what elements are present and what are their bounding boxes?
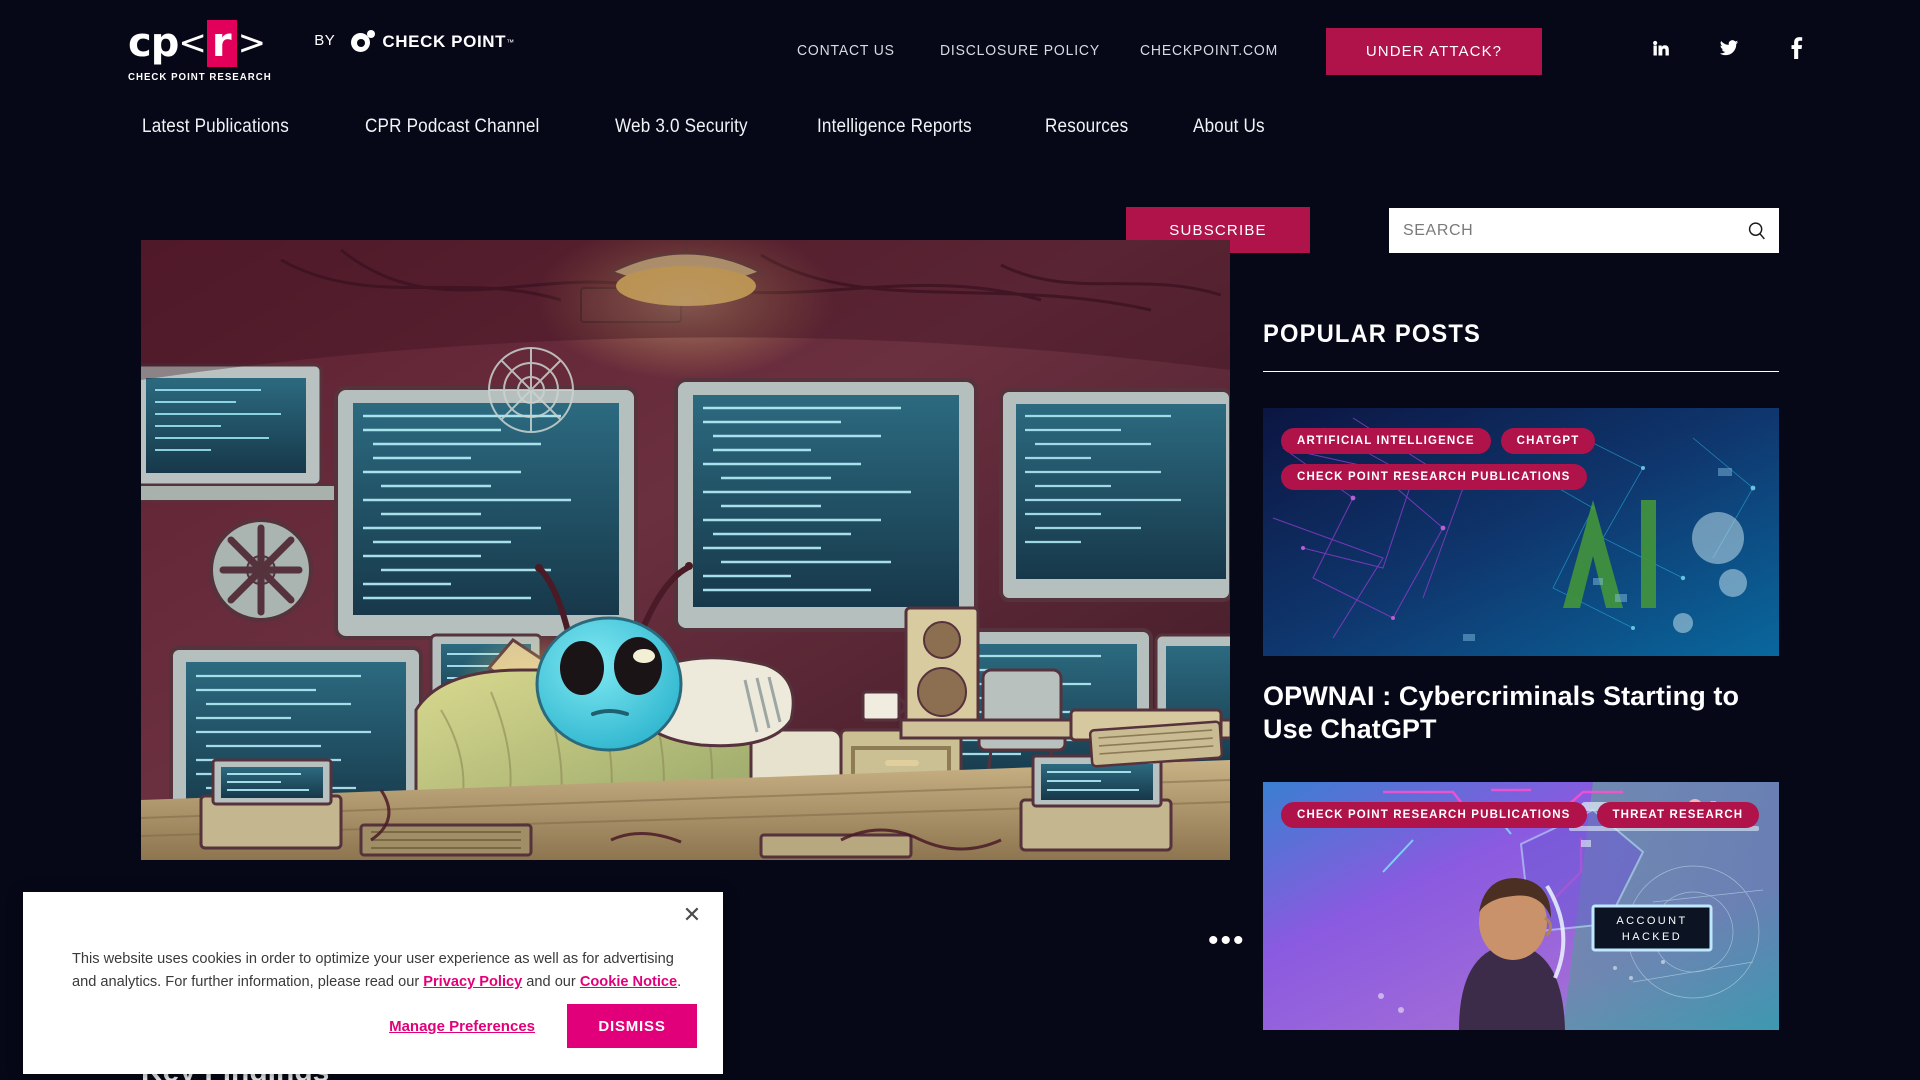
trademark-symbol: ™ [506, 37, 515, 47]
social-links [1650, 36, 1808, 60]
thumb-overlay-line2: HACKED [1622, 931, 1682, 943]
site-logo[interactable]: cp < r > CHECK POINT RESEARCH BY CHECK P… [128, 19, 514, 83]
main-nav-item-4[interactable]: Resources [1045, 116, 1128, 138]
logo-by-text: BY [314, 32, 336, 49]
hero-illustration [141, 240, 1230, 860]
main-nav-item-0[interactable]: Latest Publications [142, 116, 289, 138]
logo-lt-bracket: < [178, 23, 206, 63]
check-point-glyph-icon [351, 30, 376, 54]
logo-r-highlight: r [206, 19, 237, 67]
main-nav-item-1[interactable]: CPR Podcast Channel [365, 116, 540, 138]
main-nav-item-5[interactable]: About Us [1193, 116, 1265, 138]
post-thumbnail-1[interactable]: ARTIFICIAL INTELLIGENCE CHATGPT CHECK POIN… [1263, 408, 1779, 656]
check-point-wordmark: CHECK POINT [382, 32, 507, 51]
post-tags-2: CHECK POINT RESEARCH PUBLICATIONS THREAT … [1281, 801, 1761, 828]
top-nav-link-1[interactable]: DISCLOSURE POLICY [940, 42, 1100, 59]
top-nav-link-0[interactable]: CONTACT US [797, 42, 895, 59]
heading-divider [1263, 371, 1779, 372]
post-thumbnail-2[interactable]: 5 ACCOUNT HACKED CHECK POINT RESEARCH PU… [1263, 781, 1779, 1030]
article-hero-image [141, 240, 1230, 860]
facebook-icon[interactable] [1786, 36, 1808, 60]
post-tag-2-1[interactable]: THREAT RESEARCH [1596, 801, 1760, 828]
logo-cp-text: cp [128, 20, 179, 66]
top-bar: cp < r > CHECK POINT RESEARCH BY CHECK P… [0, 0, 1920, 100]
main-nav-item-2[interactable]: Web 3.0 Security [615, 116, 748, 138]
main-nav: Latest Publications CPR Podcast Channel We… [0, 100, 1920, 253]
more-options-icon[interactable]: ••• [1208, 926, 1246, 956]
manage-preferences-link[interactable]: Manage Preferences [389, 1018, 535, 1035]
popular-posts-sidebar: POPULAR POSTS ARTIFICIAL INTELLIGENCE CH… [1263, 320, 1779, 1030]
popular-post-card-2[interactable]: 5 ACCOUNT HACKED CHECK POINT RESEARCH PU… [1263, 781, 1779, 1030]
cookie-text-part3: . [677, 973, 682, 990]
logo-gt-bracket: > [237, 23, 266, 63]
post-tag-1-1[interactable]: CHATGPT [1500, 428, 1596, 454]
twitter-icon[interactable] [1718, 36, 1740, 60]
popular-posts-heading: POPULAR POSTS [1263, 320, 1482, 348]
check-point-logo[interactable]: CHECK POINT ™ [351, 30, 514, 54]
privacy-policy-link[interactable]: Privacy Policy [423, 974, 522, 990]
search-box[interactable] [1389, 208, 1779, 253]
thumb-overlay-line1: ACCOUNT [1616, 915, 1687, 927]
main-nav-links: Latest Publications CPR Podcast Channel We… [142, 116, 1273, 138]
cookie-text-part2: and our [522, 973, 580, 990]
post-tag-2-0[interactable]: CHECK POINT RESEARCH PUBLICATIONS [1281, 801, 1587, 828]
under-attack-button[interactable]: UNDER ATTACK? [1326, 28, 1542, 75]
popular-post-card-1[interactable]: ARTIFICIAL INTELLIGENCE CHATGPT CHECK POIN… [1263, 408, 1779, 746]
logo-subtitle: CHECK POINT RESEARCH [128, 71, 272, 83]
page-root: cp < r > CHECK POINT RESEARCH BY CHECK P… [0, 0, 1920, 1080]
cookie-banner-text: This website uses cookies in order to op… [72, 948, 686, 993]
post-tags-1: ARTIFICIAL INTELLIGENCE CHATGPT CHECK POIN… [1281, 428, 1761, 490]
main-nav-item-3[interactable]: Intelligence Reports [817, 116, 972, 138]
cpr-logo-mark: cp < r > [128, 19, 284, 67]
cpr-logo[interactable]: cp < r > CHECK POINT RESEARCH [128, 19, 284, 83]
cookie-banner-actions: Manage Preferences DISMISS [389, 1004, 697, 1048]
dismiss-button[interactable]: DISMISS [567, 1004, 697, 1048]
linkedin-icon[interactable] [1650, 36, 1672, 60]
cookie-consent-banner: ✕ This website uses cookies in order to … [23, 892, 723, 1074]
post-tag-1-0[interactable]: ARTIFICIAL INTELLIGENCE [1281, 428, 1491, 454]
top-nav-link-2[interactable]: CHECKPOINT.COM [1140, 42, 1278, 59]
cookie-notice-link[interactable]: Cookie Notice [580, 974, 677, 990]
post-title-1[interactable]: OPWNAI : Cybercriminals Starting to Use … [1263, 680, 1779, 746]
search-input[interactable] [1389, 221, 1735, 240]
search-icon[interactable] [1735, 220, 1779, 242]
close-icon[interactable]: ✕ [679, 902, 705, 928]
post-tag-1-2[interactable]: CHECK POINT RESEARCH PUBLICATIONS [1281, 464, 1587, 490]
